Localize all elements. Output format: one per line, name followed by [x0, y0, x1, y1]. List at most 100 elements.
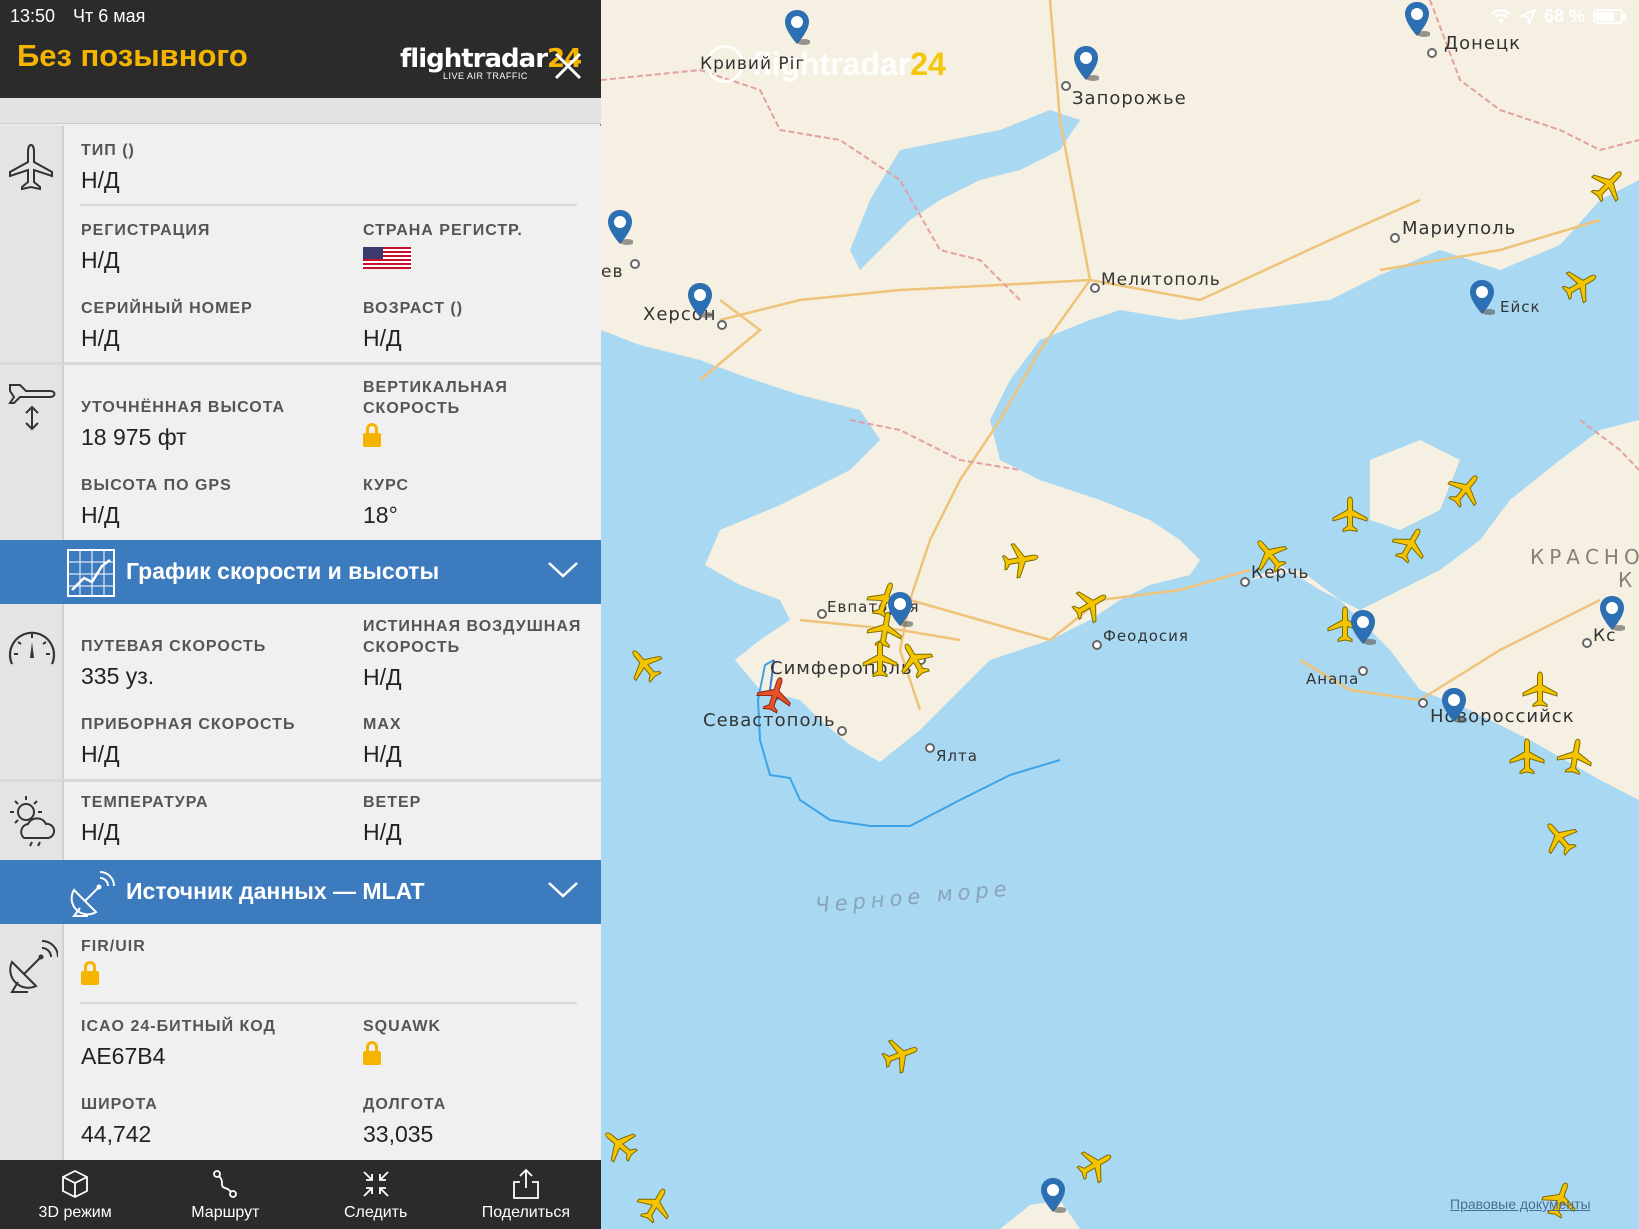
graph-bar-title: График скорости и высоты — [126, 558, 440, 584]
data-source-bar[interactable]: Источник данных — MLAT — [0, 860, 601, 924]
watermark-number: 24 — [910, 45, 946, 82]
brand-text: flightradar — [400, 44, 548, 74]
aircraft-marker-icon[interactable] — [1552, 734, 1598, 780]
city-dot — [837, 726, 847, 736]
squawk-label: SQUAWK — [363, 1018, 441, 1035]
gps-altitude-field: ВЫСОТА ПО GPS Н/Д — [81, 475, 232, 529]
type-label: ТИП () — [81, 142, 135, 159]
aircraft-marker-icon[interactable] — [1507, 737, 1547, 777]
latitude-label: ШИРОТА — [81, 1096, 158, 1113]
serial-value: Н/Д — [81, 325, 120, 351]
vertical-speed-label-1: ВЕРТИКАЛЬНАЯ — [363, 379, 508, 396]
airport-pin-icon[interactable] — [1073, 45, 1100, 81]
airport-pin-icon[interactable] — [687, 282, 714, 318]
city-zaporozhye[interactable]: Запорожье — [1072, 88, 1187, 109]
altitude-section: УТОЧНЁННАЯ ВЫСОТА 18 975 фт ВЕРТИКАЛЬНАЯ… — [0, 365, 601, 540]
type-field: ТИП () Н/Д — [81, 140, 135, 194]
ground-speed-value: 335 уз. — [81, 663, 155, 689]
3d-mode-label: 3D режим — [38, 1204, 112, 1221]
altitude-icon — [8, 384, 56, 431]
speed-section-icon-column — [0, 604, 64, 779]
gps-altitude-label: ВЫСОТА ПО GPS — [81, 477, 232, 494]
vertical-speed-label-2: СКОРОСТЬ — [363, 400, 461, 417]
indicated-airspeed-label: ПРИБОРНАЯ СКОРОСТЬ — [81, 716, 296, 733]
follow-button[interactable]: Следить — [301, 1160, 451, 1229]
share-label: Поделиться — [481, 1204, 571, 1221]
city-mariupol[interactable]: Мариуполь — [1402, 218, 1516, 239]
city-anapa[interactable]: Анапа — [1306, 670, 1359, 688]
share-button[interactable]: Поделиться — [451, 1160, 601, 1229]
airport-pin-icon[interactable] — [887, 591, 914, 627]
mach-label: MAX — [363, 716, 402, 733]
callsign-title: Без позывного — [17, 38, 248, 73]
aircraft-section-icon-column — [0, 126, 64, 362]
airport-pin-icon[interactable] — [784, 9, 811, 45]
serial-label: СЕРИЙНЫЙ НОМЕР — [81, 300, 253, 317]
aircraft-marker-icon[interactable] — [1330, 495, 1370, 535]
serial-field: СЕРИЙНЫЙ НОМЕР Н/Д — [81, 298, 253, 352]
city-dot — [1582, 638, 1592, 648]
airport-pin-icon[interactable] — [1599, 595, 1626, 631]
route-button[interactable]: Маршрут — [150, 1160, 300, 1229]
share-icon — [512, 1168, 539, 1199]
city-donetsk[interactable]: Донецк — [1444, 33, 1521, 54]
location-arrow-icon — [1519, 8, 1536, 25]
type-value: Н/Д — [81, 167, 120, 193]
bottom-toolbar: 3D режим Маршрут Следить Поделиться — [0, 1160, 601, 1229]
airport-pin-icon[interactable] — [1441, 687, 1468, 723]
status-date: Чт 6 мая — [73, 6, 146, 26]
temperature-value: Н/Д — [81, 819, 120, 845]
close-icon[interactable] — [548, 46, 588, 86]
city-kryvyi-rih[interactable]: Кривий Ріг — [700, 54, 805, 74]
airport-pin-icon[interactable] — [1404, 1, 1431, 37]
route-icon — [213, 1170, 238, 1198]
aircraft-marker-icon[interactable] — [1520, 670, 1560, 710]
3d-mode-button[interactable]: 3D режим — [0, 1160, 150, 1229]
battery-percent: 68 % — [1543, 6, 1585, 26]
weather-section-icon-column — [0, 782, 64, 860]
lock-icon[interactable] — [363, 423, 381, 447]
course-label: КУРС — [363, 477, 409, 494]
city-dot — [630, 259, 640, 269]
true-airspeed-field: ИСТИННАЯ ВОЗДУШНАЯ СКОРОСТЬ Н/Д — [363, 616, 581, 691]
icao-code-field: ICAO 24-БИТНЫЙ КОД AE67B4 — [81, 1016, 276, 1070]
city-dot — [1240, 577, 1250, 587]
mach-field: MAX Н/Д — [363, 714, 402, 768]
region-krasnodar: КРАСНО — [1530, 545, 1639, 569]
altitude-section-icon-column — [0, 365, 64, 540]
speed-altitude-graph-bar[interactable]: График скорости и высоты — [0, 540, 601, 604]
age-value: Н/Д — [363, 325, 402, 351]
airport-pin-icon[interactable] — [1350, 609, 1377, 645]
city-dot — [817, 609, 827, 619]
aircraft-marker-icon[interactable] — [997, 537, 1043, 583]
temperature-label: ТЕМПЕРАТУРА — [81, 794, 209, 811]
registration-value: Н/Д — [81, 247, 120, 273]
lock-icon[interactable] — [81, 961, 99, 985]
age-label: ВОЗРАСТ () — [363, 300, 464, 317]
city-dot — [717, 320, 727, 330]
legal-documents-link[interactable]: Правовые документы — [1450, 1196, 1591, 1212]
speed-section: ПУТЕВАЯ СКОРОСТЬ 335 уз. ИСТИННАЯ ВОЗДУШ… — [0, 604, 601, 779]
vertical-speed-field: ВЕРТИКАЛЬНАЯ СКОРОСТЬ — [363, 377, 508, 447]
airport-pin-icon[interactable] — [1469, 279, 1496, 315]
us-flag-icon — [363, 247, 411, 269]
status-bar-left: 13:50 Чт 6 мая — [10, 6, 145, 27]
city-nikolaev[interactable]: ев — [601, 262, 623, 282]
true-airspeed-value: Н/Д — [363, 664, 402, 690]
city-dot — [1418, 698, 1428, 708]
data-source-title: Источник данных — MLAT — [126, 878, 425, 904]
country-field: СТРАНА РЕГИСТР. — [363, 220, 523, 269]
lock-icon[interactable] — [363, 1041, 381, 1065]
weather-section: ТЕМПЕРАТУРА Н/Д ВЕТЕР Н/Д — [0, 782, 601, 860]
city-yeysk[interactable]: Ейск — [1500, 298, 1541, 316]
latitude-field: ШИРОТА 44,742 — [81, 1094, 158, 1148]
wind-field: ВЕТЕР Н/Д — [363, 792, 421, 846]
registration-field: РЕГИСТРАЦИЯ Н/Д — [81, 220, 210, 274]
city-melitopol[interactable]: Мелитополь — [1101, 270, 1221, 290]
city-dot — [925, 743, 935, 753]
airport-pin-icon[interactable] — [607, 209, 634, 245]
mach-value: Н/Д — [363, 741, 402, 767]
airport-pin-icon[interactable] — [1040, 1177, 1067, 1213]
city-yalta[interactable]: Ялта — [936, 747, 978, 765]
city-feodosia[interactable]: Феодосия — [1103, 627, 1189, 645]
